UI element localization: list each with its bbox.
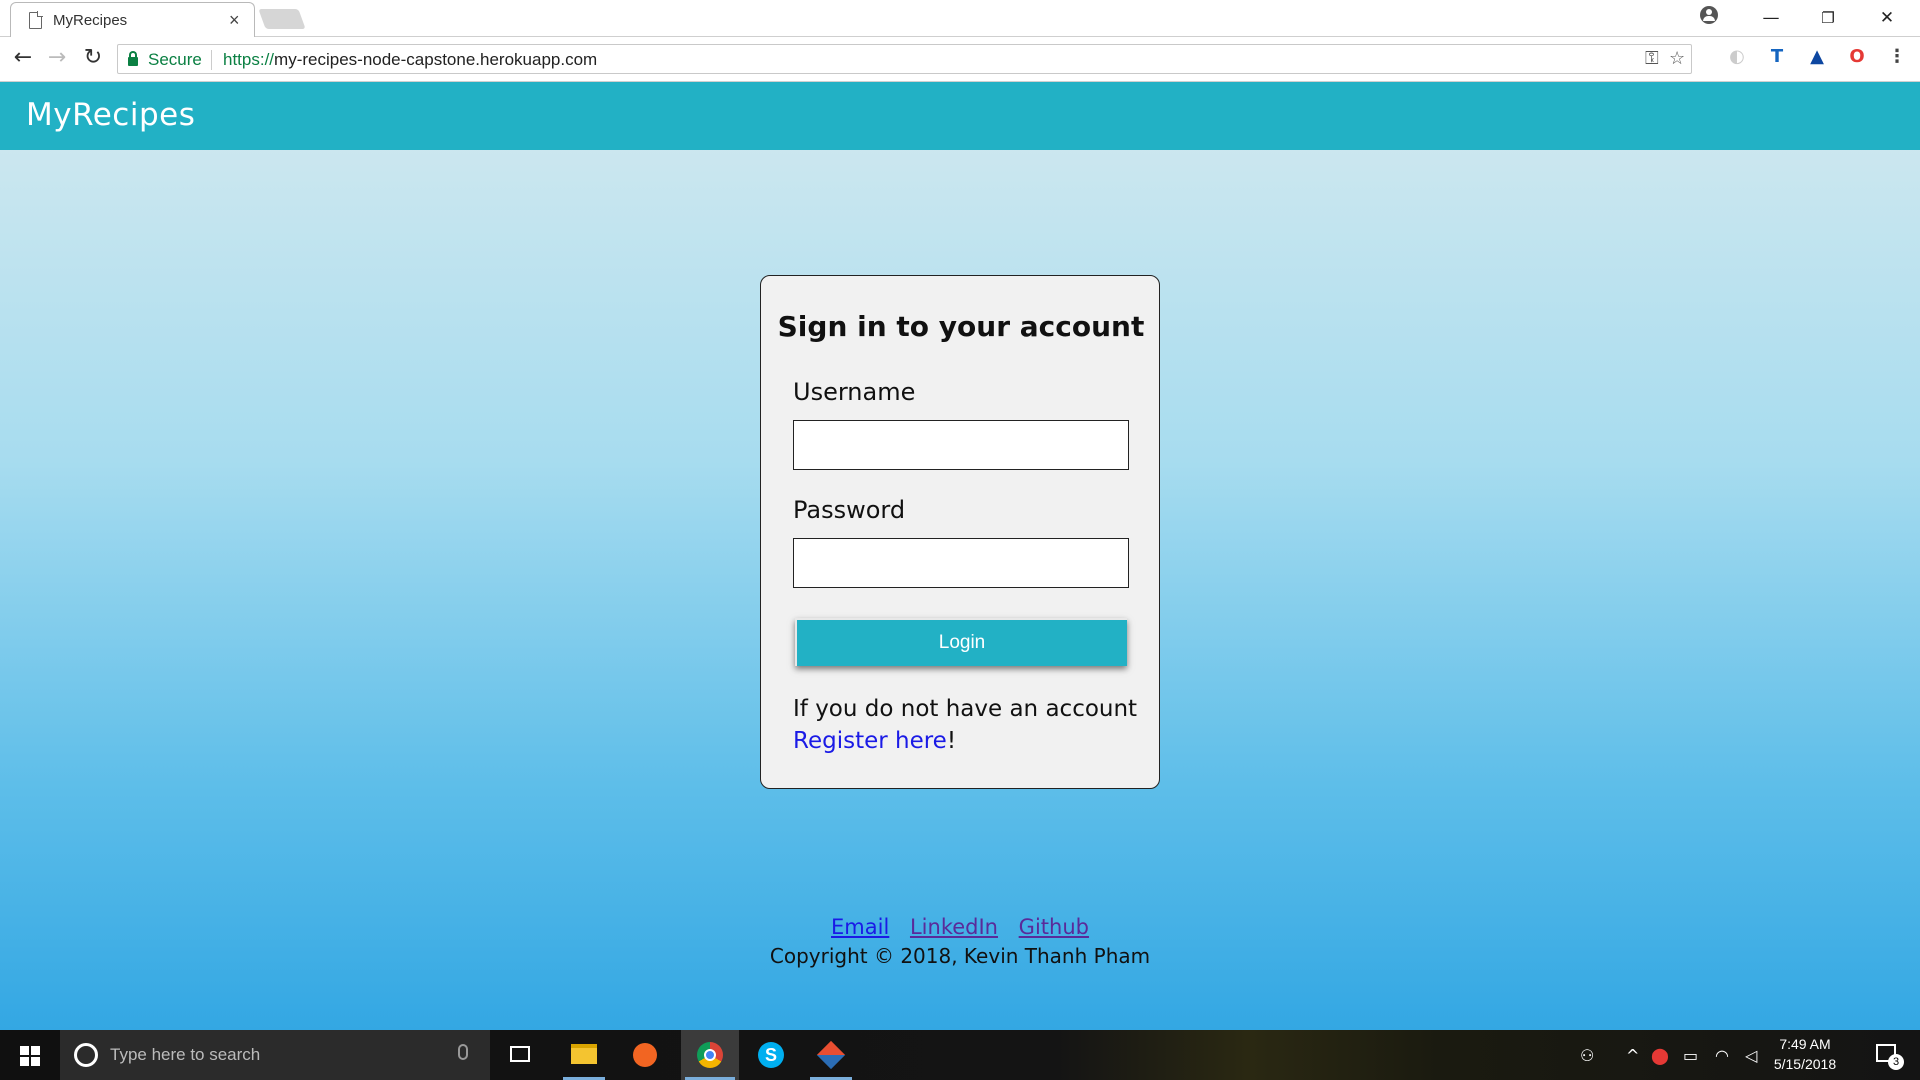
page-content: MyRecipes Sign in to your account Userna… <box>0 82 1920 1030</box>
wifi-icon[interactable]: ◠ <box>1715 1046 1729 1065</box>
page-icon <box>29 11 43 29</box>
copyright-text: Copyright © 2018, Kevin Thanh Pham <box>769 944 1151 968</box>
register-link[interactable]: Register here <box>793 728 947 754</box>
browser-tab-bar: MyRecipes × — ❐ ✕ <box>0 0 1920 38</box>
git-icon[interactable] <box>806 1030 856 1080</box>
windows-taskbar: Type here to search S ⚇ ^ ⬤ ▭ ◠ ◁ 7:49 A… <box>0 1030 1920 1080</box>
close-window-button[interactable]: ✕ <box>1864 3 1910 33</box>
clock-date[interactable]: 5/15/2018 <box>1770 1056 1840 1072</box>
extension-opera-icon[interactable]: O <box>1846 46 1868 68</box>
tab-close-icon[interactable]: × <box>229 10 240 31</box>
battery-icon[interactable]: ▭ <box>1683 1046 1698 1065</box>
back-button[interactable]: ← <box>8 43 38 73</box>
register-line: Register here! <box>793 728 956 754</box>
task-view-icon[interactable] <box>495 1030 545 1080</box>
divider <box>211 50 212 70</box>
browser-tab[interactable]: MyRecipes × <box>10 2 255 38</box>
show-hidden-icons-chevron[interactable]: ^ <box>1626 1046 1639 1065</box>
key-icon[interactable]: ⚿ <box>1645 48 1659 69</box>
profile-icon[interactable] <box>1700 6 1718 24</box>
volume-icon[interactable]: ◁ <box>1745 1046 1757 1065</box>
new-tab-button[interactable] <box>258 9 306 29</box>
skype-icon[interactable]: S <box>745 1030 795 1080</box>
login-title: Sign in to your account <box>777 310 1145 343</box>
file-explorer-icon[interactable] <box>559 1030 609 1080</box>
clock-time[interactable]: 7:49 AM <box>1770 1036 1840 1052</box>
notification-badge: 3 <box>1888 1054 1904 1070</box>
antivirus-icon[interactable]: ⬤ <box>1651 1046 1669 1065</box>
lock-icon <box>128 51 138 66</box>
browser-menu-icon[interactable]: ⋮ <box>1886 46 1908 68</box>
username-input[interactable] <box>793 420 1129 470</box>
url-text[interactable]: https://my-recipes-node-capstone.herokua… <box>223 50 597 70</box>
pen-app-icon[interactable] <box>620 1030 670 1080</box>
login-card: Sign in to your account Username Passwor… <box>760 275 1160 789</box>
action-center-icon[interactable]: 3 <box>1862 1030 1912 1080</box>
microphone-icon[interactable] <box>458 1044 468 1060</box>
address-bar[interactable]: Secure https://my-recipes-node-capstone.… <box>117 44 1692 74</box>
secure-label: Secure <box>148 50 202 69</box>
start-button[interactable] <box>0 1030 60 1080</box>
no-account-text: If you do not have an account <box>793 696 1138 722</box>
forward-button[interactable]: → <box>42 43 72 73</box>
extension-grey-icon[interactable]: ◐ <box>1726 46 1748 68</box>
tab-title: MyRecipes <box>53 12 128 29</box>
restore-button[interactable]: ❐ <box>1805 3 1851 33</box>
browser-toolbar: ← → ↻ Secure https://my-recipes-node-cap… <box>0 37 1920 82</box>
footer-links: Email LinkedIn Github <box>0 915 1920 939</box>
password-input[interactable] <box>793 538 1129 588</box>
login-button[interactable]: Login <box>795 618 1127 666</box>
taskbar-search[interactable]: Type here to search <box>60 1030 490 1080</box>
chrome-icon[interactable] <box>681 1030 739 1080</box>
people-icon[interactable]: ⚇ <box>1580 1046 1594 1065</box>
reload-button[interactable]: ↻ <box>78 43 108 73</box>
extension-t-icon[interactable]: T <box>1766 46 1788 68</box>
search-placeholder: Type here to search <box>110 1045 261 1064</box>
email-link[interactable]: Email <box>831 915 889 939</box>
linkedin-link[interactable]: LinkedIn <box>910 915 998 939</box>
github-link[interactable]: Github <box>1019 915 1089 939</box>
minimize-button[interactable]: — <box>1748 3 1794 33</box>
site-title[interactable]: MyRecipes <box>26 97 195 133</box>
extension-drive-icon[interactable]: ▲ <box>1806 46 1828 68</box>
cortana-icon <box>74 1043 98 1067</box>
username-label: Username <box>793 378 916 406</box>
password-label: Password <box>793 496 906 524</box>
register-suffix: ! <box>946 728 957 754</box>
site-header: MyRecipes <box>0 82 1920 150</box>
windows-logo-icon <box>20 1046 40 1066</box>
bookmark-star-icon[interactable]: ☆ <box>1669 48 1685 69</box>
